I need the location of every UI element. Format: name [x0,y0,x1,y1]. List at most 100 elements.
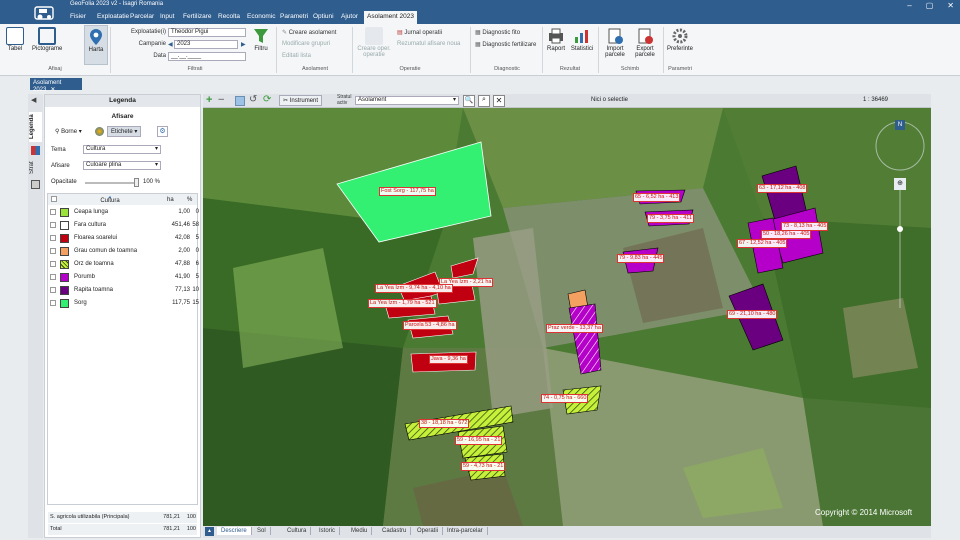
close-icon[interactable]: ✕ [947,0,954,11]
menu-recolta[interactable]: Recolta [218,13,240,20]
tab-cadastru[interactable]: Cadastru [378,527,412,535]
parcel-label[interactable]: Praz verde - 13,37 ha [546,324,603,333]
zoom-in-icon[interactable]: ⊕ [894,178,906,190]
diagnostic-fertilizare-button[interactable]: ▦ Diagnostic fertilizare [475,41,536,48]
menu-exploatatie[interactable]: Exploatatie [97,13,129,20]
parcel-label[interactable]: 74 - 0,75 ha - 660 [541,394,589,403]
parcel-label[interactable]: Java - 9,36 ha [429,355,468,364]
parcel-label[interactable]: La Yea Izm - 1,79 ha - 521 [368,299,437,308]
close-tab-icon[interactable]: ✕ [50,87,55,93]
parcel-label[interactable]: 59 - 4,73 ha - 21 [461,462,506,471]
opacity-slider-thumb[interactable] [134,178,139,187]
col-cultura[interactable]: ▲ Cultura [65,195,155,205]
tabel-button[interactable]: Tabel [4,27,26,52]
menu-asolament-2023[interactable]: Asolament 2023 [364,11,417,24]
menu-ajutor[interactable]: Ajutor [341,13,358,20]
row-checkbox[interactable] [50,274,56,280]
asolament-btn2[interactable]: Modificare grupuri [282,41,330,47]
tab-operatii[interactable]: Operatii [413,527,444,535]
layers-icon[interactable] [31,180,40,189]
menu-parcelar[interactable]: Parcelar [130,13,154,20]
parcel-label[interactable]: 69 - 21,10 ha - 480 [727,310,778,319]
parcel-label[interactable]: 50 - 18,26 ha - 405 [761,230,812,239]
rezumat-button[interactable]: Rezumatul afisare noua [397,41,460,47]
operatie-button[interactable]: Creare oper. operatie [356,27,392,58]
menu-input[interactable]: Input [160,13,174,20]
color-wheel-icon[interactable] [95,127,104,136]
raport-button[interactable]: Raport [545,27,567,52]
legend-row[interactable]: Rapita toamna 77,13 10 [45,284,200,296]
settings-icon[interactable]: ⚙ [157,126,168,137]
crop-color-swatch[interactable] [60,247,69,256]
zoom-tool-icon[interactable]: 🔍 [463,95,475,107]
search-icon[interactable]: ⌕ [478,95,490,107]
tab-istoric[interactable]: Istoric [315,527,341,535]
crop-color-swatch[interactable] [60,286,69,295]
parcel-label[interactable]: 79 - 9,83 ha - 445 [617,254,665,263]
borne-dropdown[interactable]: ⚲ Borne ▾ [55,128,82,135]
legend-row[interactable]: Sorg 117,75 15 [45,297,200,309]
parcel-label[interactable]: 63 - 17,12 ha - 408 [757,184,808,193]
strat-activ-select[interactable]: Asolament ▾ [355,96,459,105]
parcel-label[interactable]: 67 - 12,52 ha - 405 [737,239,788,248]
pictograme-button[interactable]: Pictograme [32,27,62,52]
parcel-label[interactable]: 79 - 3,75 ha - 411 [647,214,695,223]
undo-icon[interactable]: ↺ [249,94,257,105]
filtru-button[interactable]: Filtru [250,27,272,52]
crop-color-swatch[interactable] [60,208,69,217]
legend-row[interactable]: Fara cultura 451,46 58 [45,219,200,231]
add-icon[interactable]: + [206,94,212,106]
minimize-icon[interactable]: – [907,0,911,11]
parcel-label[interactable]: 65 - 6,52 ha - 413 [633,193,681,202]
parcel-label[interactable]: Fost Sorg - 117,75 ha [379,187,436,196]
expand-icon[interactable]: ▲ [205,527,214,536]
harta-button[interactable]: Harta [84,25,108,65]
north-indicator[interactable]: N [895,120,905,130]
legend-row[interactable]: Orz de toamna 47,88 6 [45,258,200,270]
asolament-btn3[interactable]: Editati lista [282,53,311,59]
preferinte-button[interactable]: Preferinte [666,27,694,52]
crop-color-swatch[interactable] [60,273,69,282]
row-checkbox[interactable] [50,235,56,241]
row-checkbox[interactable] [50,287,56,293]
crop-color-swatch[interactable] [60,221,69,230]
opacity-slider[interactable] [85,182,137,184]
maximize-icon[interactable]: ▢ [926,0,934,11]
menu-fisier[interactable]: Fisier [70,13,86,20]
app-logo[interactable] [32,4,56,22]
campanie-select[interactable]: 2023 [174,40,238,49]
zoom-slider-thumb[interactable] [897,226,903,232]
row-checkbox[interactable] [50,300,56,306]
refresh-icon[interactable]: ⟳ [263,94,271,105]
exploatatie-select[interactable]: Theodor Pigui [168,28,246,37]
col-pct[interactable]: % [187,197,192,203]
menu-parametri[interactable]: Parametri [280,13,308,20]
menu-fertilizare[interactable]: Fertilizare [183,13,212,20]
etichete-dropdown[interactable]: Etichete ▾ [107,126,142,137]
next-campaign-icon[interactable]: ▶ [241,41,246,48]
crop-color-swatch[interactable] [60,299,69,308]
tab-descriere[interactable]: Descriere [217,527,252,535]
tab-mediu[interactable]: Mediu [347,527,373,535]
row-checkbox[interactable] [50,222,56,228]
collapse-icon[interactable]: ◀ [31,96,36,104]
remove-icon[interactable]: − [218,94,224,106]
clear-icon[interactable]: ✕ [493,95,505,107]
row-checkbox[interactable] [50,261,56,267]
menu-optiuni[interactable]: Optiuni [313,13,334,20]
row-checkbox[interactable] [50,209,56,215]
legend-row[interactable]: Porumb 41,90 5 [45,271,200,283]
map-canvas[interactable] [203,108,931,526]
afisare-select[interactable]: Culoare plina ▾ [83,161,161,170]
creare-asolament-button[interactable]: ✎ Creare asolament [282,29,336,36]
statistici-button[interactable]: Statistici [570,27,594,52]
tab-intra-parcelar[interactable]: Intra-parcelar [443,527,488,535]
parcel-label[interactable]: Parcela 53 - 4,86 ha [403,321,457,330]
jurnal-operatii-button[interactable]: ▤ Jurnal operatii [397,29,442,36]
tab-sol[interactable]: Sol [253,527,271,535]
crop-color-swatch[interactable] [60,260,69,269]
tab-cultura[interactable]: Cultura [283,527,312,535]
tab-legenda[interactable]: Legenda [29,112,42,142]
layers-color-icon[interactable] [31,146,40,155]
tema-select[interactable]: Cultura ▾ [83,145,161,154]
